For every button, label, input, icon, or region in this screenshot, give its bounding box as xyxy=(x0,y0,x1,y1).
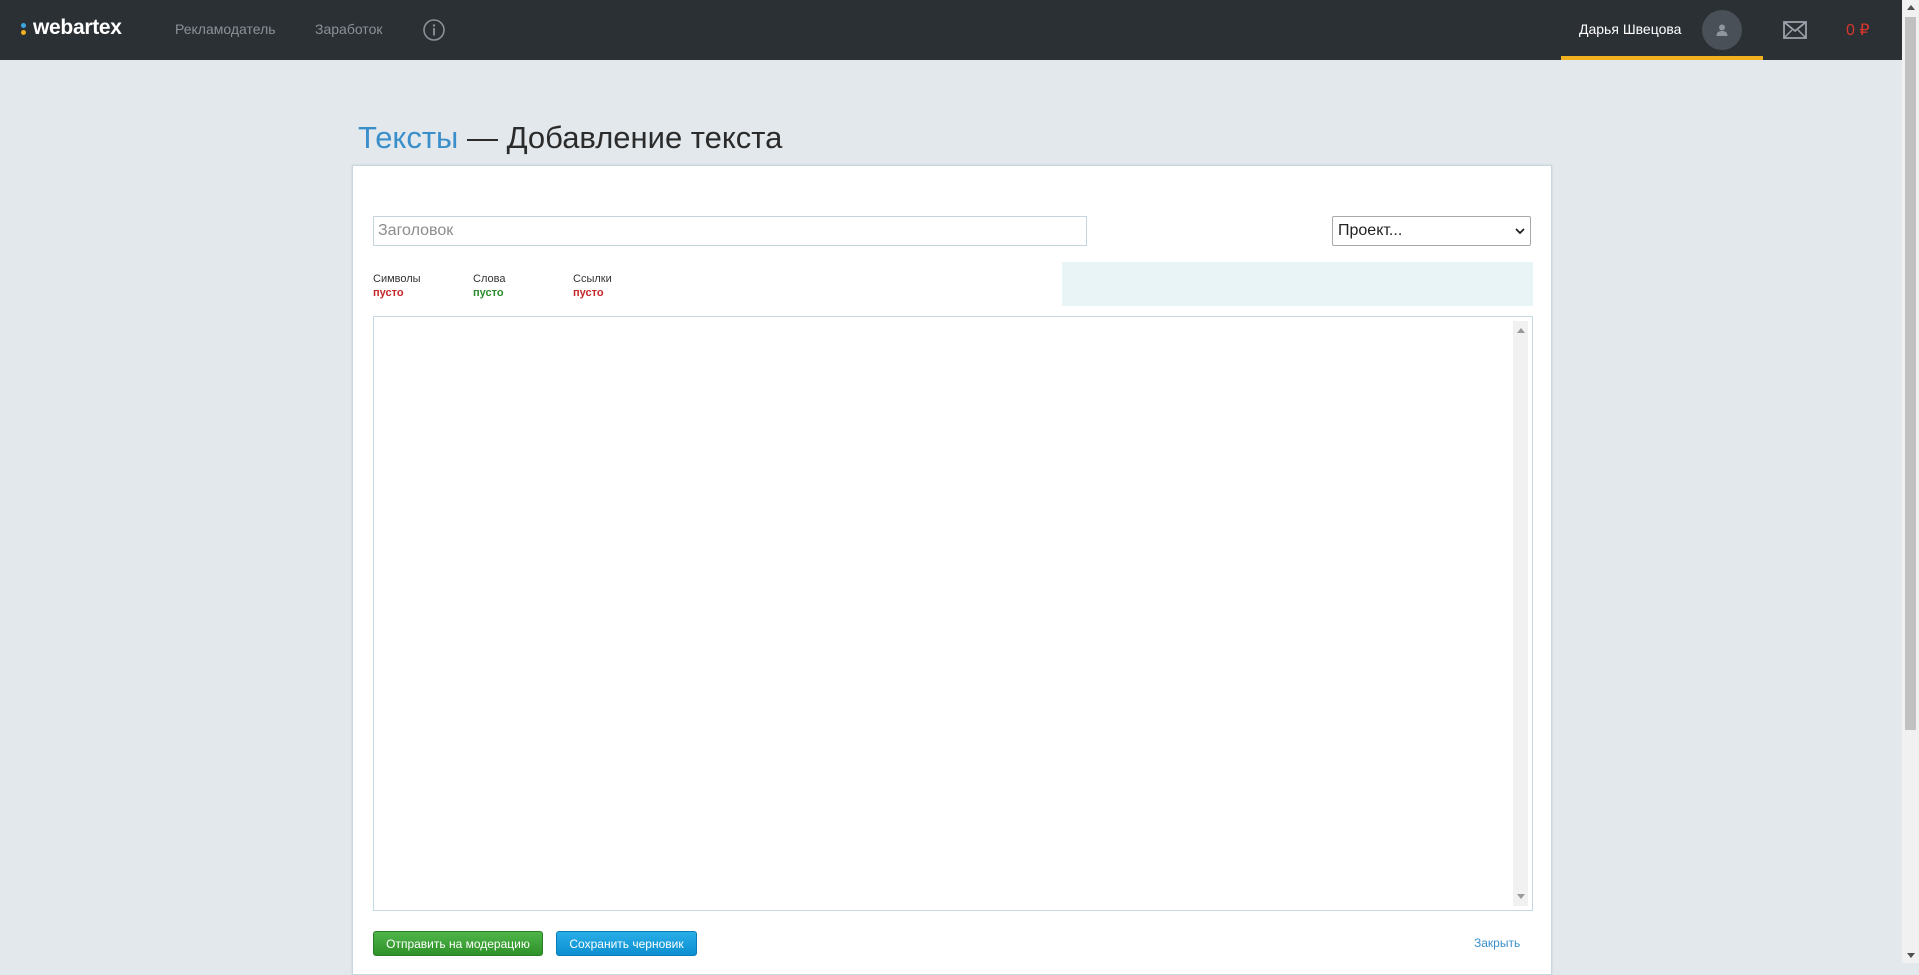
nav-earnings[interactable]: Заработок xyxy=(315,21,382,37)
logo-text: webartex xyxy=(33,16,122,39)
stats-info-panel xyxy=(1062,262,1533,306)
text-editor[interactable] xyxy=(373,316,1533,911)
text-stats: Символы пусто Слова пусто Ссылки пусто xyxy=(373,272,673,300)
avatar[interactable] xyxy=(1702,10,1742,50)
stat-label: Слова xyxy=(473,273,506,285)
project-select-value: Проект... xyxy=(1338,222,1403,239)
scroll-up-icon[interactable] xyxy=(1907,5,1915,10)
logo[interactable]: webartex xyxy=(20,16,122,40)
logo-icon xyxy=(20,19,28,37)
stat-links: Ссылки пусто xyxy=(573,272,673,300)
close-link[interactable]: Закрыть xyxy=(1474,936,1520,950)
editor-scrollbar[interactable] xyxy=(1513,321,1528,906)
project-select[interactable]: Проект... xyxy=(1332,216,1531,246)
user-icon xyxy=(1716,24,1728,36)
stat-value: пусто xyxy=(573,287,604,299)
scroll-up-icon[interactable] xyxy=(1517,328,1525,333)
save-draft-button[interactable]: Сохранить черновик xyxy=(556,931,697,956)
viewport: webartex Рекламодатель Заработок Дарья Ш… xyxy=(0,0,1919,975)
scroll-down-icon[interactable] xyxy=(1907,953,1915,958)
mail-icon[interactable] xyxy=(1782,19,1808,41)
stat-words: Слова пусто xyxy=(473,272,573,300)
stat-label: Ссылки xyxy=(573,273,612,285)
stat-characters: Символы пусто xyxy=(373,272,473,300)
scroll-down-icon[interactable] xyxy=(1517,894,1525,899)
title-separator: — xyxy=(458,120,507,155)
info-icon[interactable] xyxy=(422,18,446,42)
user-name: Дарья Швецова xyxy=(1579,21,1682,37)
scrollbar-thumb[interactable] xyxy=(1905,17,1916,730)
stat-value: пусто xyxy=(473,287,504,299)
text-form-card: Проект... Символы пусто Слова пусто Ссыл… xyxy=(352,165,1552,975)
page-scrollbar[interactable] xyxy=(1902,0,1919,963)
title-input[interactable] xyxy=(373,216,1087,246)
user-menu[interactable]: Дарья Швецова xyxy=(1561,0,1763,60)
top-navbar: webartex Рекламодатель Заработок Дарья Ш… xyxy=(0,0,1902,60)
balance[interactable]: 0 ₽ xyxy=(1846,20,1870,40)
page-title: Тексты — Добавление текста xyxy=(358,120,782,156)
submit-moderation-button[interactable]: Отправить на модерацию xyxy=(373,931,543,956)
stat-label: Символы xyxy=(373,273,421,285)
breadcrumb-texts[interactable]: Тексты xyxy=(358,120,458,155)
stat-value: пусто xyxy=(373,287,404,299)
nav-advertiser[interactable]: Рекламодатель xyxy=(175,21,276,37)
page-title-text: Добавление текста xyxy=(506,120,783,155)
chevron-down-icon xyxy=(1515,227,1525,234)
